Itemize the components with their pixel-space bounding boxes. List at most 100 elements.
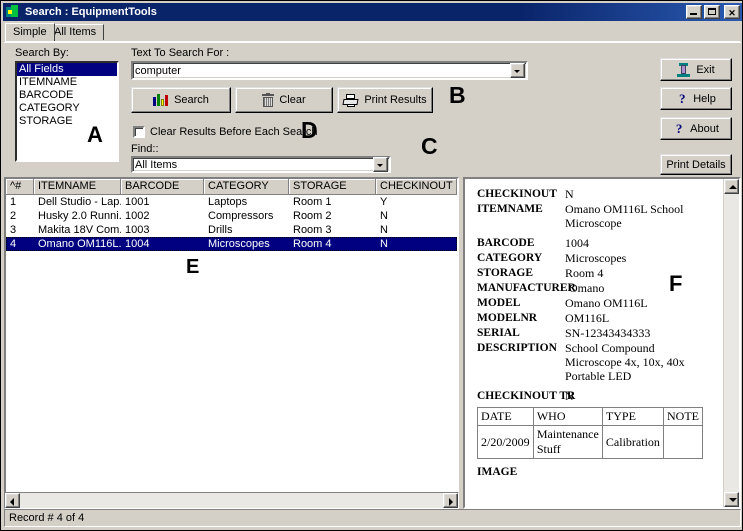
detail-field-checkinout: CHECKINOUT N xyxy=(477,187,717,201)
results-grid[interactable]: ^# ITEMNAME BARCODE CATEGORY STORAGE CHE… xyxy=(4,177,459,507)
history-row: 2/20/2009 Maintenance Stuff Calibration xyxy=(477,425,704,459)
annotation-a: A xyxy=(87,122,103,147)
help-button-label: Help xyxy=(693,92,716,105)
history-cell-note xyxy=(662,425,704,459)
find-combobox-value[interactable]: All Items xyxy=(133,159,373,171)
cell-num: 2 xyxy=(10,210,17,222)
minimize-button[interactable] xyxy=(686,5,702,19)
detail-field-barcode: BARCODE 1004 xyxy=(477,236,717,250)
grid-column-num[interactable]: ^# xyxy=(6,179,34,194)
grid-column-barcode[interactable]: BARCODE xyxy=(121,179,204,194)
scroll-down-icon[interactable] xyxy=(724,492,739,507)
status-bar: Record # 4 of 4 xyxy=(4,509,741,527)
close-icon[interactable]: ✕ xyxy=(724,5,740,19)
detail-label: MODELNR xyxy=(477,312,538,324)
print-details-button-label: Print Details xyxy=(666,158,726,171)
grid-header-row: ^# ITEMNAME BARCODE CATEGORY STORAGE CHE… xyxy=(6,179,457,195)
table-row[interactable]: 2 Husky 2.0 Runni... 1002 Compressors Ro… xyxy=(6,209,457,223)
detail-value: N xyxy=(565,389,574,403)
table-row[interactable]: 3 Makita 18V Com... 1003 Drills Room 3 N xyxy=(6,223,457,237)
checkbox-box[interactable] xyxy=(133,126,145,138)
search-by-option-barcode[interactable]: BARCODE xyxy=(17,89,117,102)
grid-horizontal-scrollbar[interactable] xyxy=(4,492,459,509)
cell-itemname: Makita 18V Com... xyxy=(38,224,121,236)
chevron-down-icon[interactable] xyxy=(373,157,388,172)
detail-label: CATEGORY xyxy=(477,252,543,264)
cell-itemname: Omano OM116L... xyxy=(38,238,121,250)
detail-label: BARCODE xyxy=(477,237,535,249)
chevron-down-icon[interactable] xyxy=(510,63,525,78)
cell-barcode: 1001 xyxy=(125,196,150,208)
scroll-up-icon[interactable] xyxy=(724,179,739,194)
detail-value: Room 4 xyxy=(565,266,604,280)
search-by-option-all-fields[interactable]: All Fields xyxy=(17,63,117,76)
detail-label: STORAGE xyxy=(477,267,534,279)
grid-column-category[interactable]: CATEGORY xyxy=(204,179,289,194)
search-by-label: Search By: xyxy=(15,47,69,59)
print-details-button[interactable]: Print Details xyxy=(660,154,732,175)
print-results-button-label: Print Results xyxy=(364,94,427,106)
text-to-search-label: Text To Search For : xyxy=(131,47,230,59)
clear-button[interactable]: Clear xyxy=(235,87,333,113)
title-bar[interactable]: Search : EquipmentTools ✕ xyxy=(3,3,742,21)
detail-field-checkinout-tr: CHECKINOUT TR N xyxy=(477,389,717,403)
detail-panel[interactable]: CHECKINOUT N ITEMNAME Omano OM116L Schoo… xyxy=(463,177,741,509)
exit-button[interactable]: Exit xyxy=(660,58,732,81)
detail-content: CHECKINOUT N ITEMNAME Omano OM116L Schoo… xyxy=(465,179,723,507)
find-combobox[interactable]: All Items xyxy=(131,156,391,173)
detail-value: N xyxy=(565,187,574,201)
search-text-combobox[interactable]: computer xyxy=(131,61,528,80)
grid-column-checkinout[interactable]: CHECKINOUT xyxy=(376,179,457,194)
cell-itemname: Husky 2.0 Runni... xyxy=(38,210,121,222)
search-button-label: Search xyxy=(174,94,209,106)
about-button-label: About xyxy=(690,122,719,135)
search-input[interactable]: computer xyxy=(133,65,510,77)
clear-results-checkbox[interactable]: Clear Results Before Each Search xyxy=(133,126,318,138)
grid-column-storage[interactable]: STORAGE xyxy=(289,179,376,194)
annotation-b: B xyxy=(449,82,466,108)
cell-category: Laptops xyxy=(208,196,248,208)
cell-storage: Room 4 xyxy=(293,238,332,250)
maximize-button[interactable] xyxy=(704,5,720,19)
detail-vertical-scrollbar[interactable] xyxy=(723,179,739,507)
scroll-right-icon[interactable] xyxy=(443,493,458,508)
question-mark-icon: ? xyxy=(675,120,683,136)
detail-field-category: CATEGORY Microscopes xyxy=(477,251,717,265)
detail-value: 1004 xyxy=(565,236,589,250)
cell-num: 3 xyxy=(10,224,17,236)
annotation-f: F xyxy=(669,271,683,296)
cell-checkinout: N xyxy=(380,210,388,222)
application-window: Search : EquipmentTools ✕ Simple All Ite… xyxy=(0,0,743,531)
search-by-listbox[interactable]: All Fields ITEMNAME BARCODE CATEGORY STO… xyxy=(15,61,119,162)
detail-label: CHECKINOUT xyxy=(477,188,557,200)
detail-field-description: DESCRIPTION School Compound Microscope 4… xyxy=(477,341,717,383)
annotation-d: D xyxy=(301,117,318,143)
cell-itemname: Dell Studio - Lap... xyxy=(38,196,121,208)
detail-value: School Compound Microscope 4x, 10x, 40x … xyxy=(565,341,685,383)
cell-checkinout: N xyxy=(380,224,388,236)
tab-simple-label: Simple xyxy=(13,26,47,38)
about-button[interactable]: ? About xyxy=(660,117,732,140)
cell-checkinout: Y xyxy=(380,196,388,208)
tab-simple[interactable]: Simple xyxy=(5,23,55,41)
search-by-option-category[interactable]: CATEGORY xyxy=(17,102,117,115)
table-row[interactable]: 1 Dell Studio - Lap... 1001 Laptops Room… xyxy=(6,195,457,209)
detail-label: DESCRIPTION xyxy=(477,342,557,354)
table-row-selected[interactable]: 4 Omano OM116L... 1004 Microscopes Room … xyxy=(6,237,457,251)
scrollbar-track[interactable] xyxy=(20,493,443,508)
chart-books-icon xyxy=(153,93,169,107)
cell-checkinout: N xyxy=(380,238,388,250)
annotation-c: C xyxy=(421,133,438,159)
search-panel: Search By: All Fields ITEMNAME BARCODE C… xyxy=(4,42,741,175)
detail-label: CHECKINOUT TR xyxy=(477,390,576,402)
scroll-left-icon[interactable] xyxy=(5,493,20,508)
grid-column-itemname[interactable]: ITEMNAME xyxy=(34,179,121,194)
detail-field-itemname: ITEMNAME Omano OM116L School Microscope xyxy=(477,202,717,230)
help-button[interactable]: ? Help xyxy=(660,87,732,110)
search-button[interactable]: Search xyxy=(131,87,231,113)
tab-all-items[interactable]: All Items xyxy=(46,24,105,40)
detail-field-serial: SERIAL SN-12343434333 xyxy=(477,326,717,340)
search-by-option-itemname[interactable]: ITEMNAME xyxy=(17,76,117,89)
cell-barcode: 1003 xyxy=(125,224,150,236)
print-results-button[interactable]: Print Results xyxy=(337,87,433,113)
